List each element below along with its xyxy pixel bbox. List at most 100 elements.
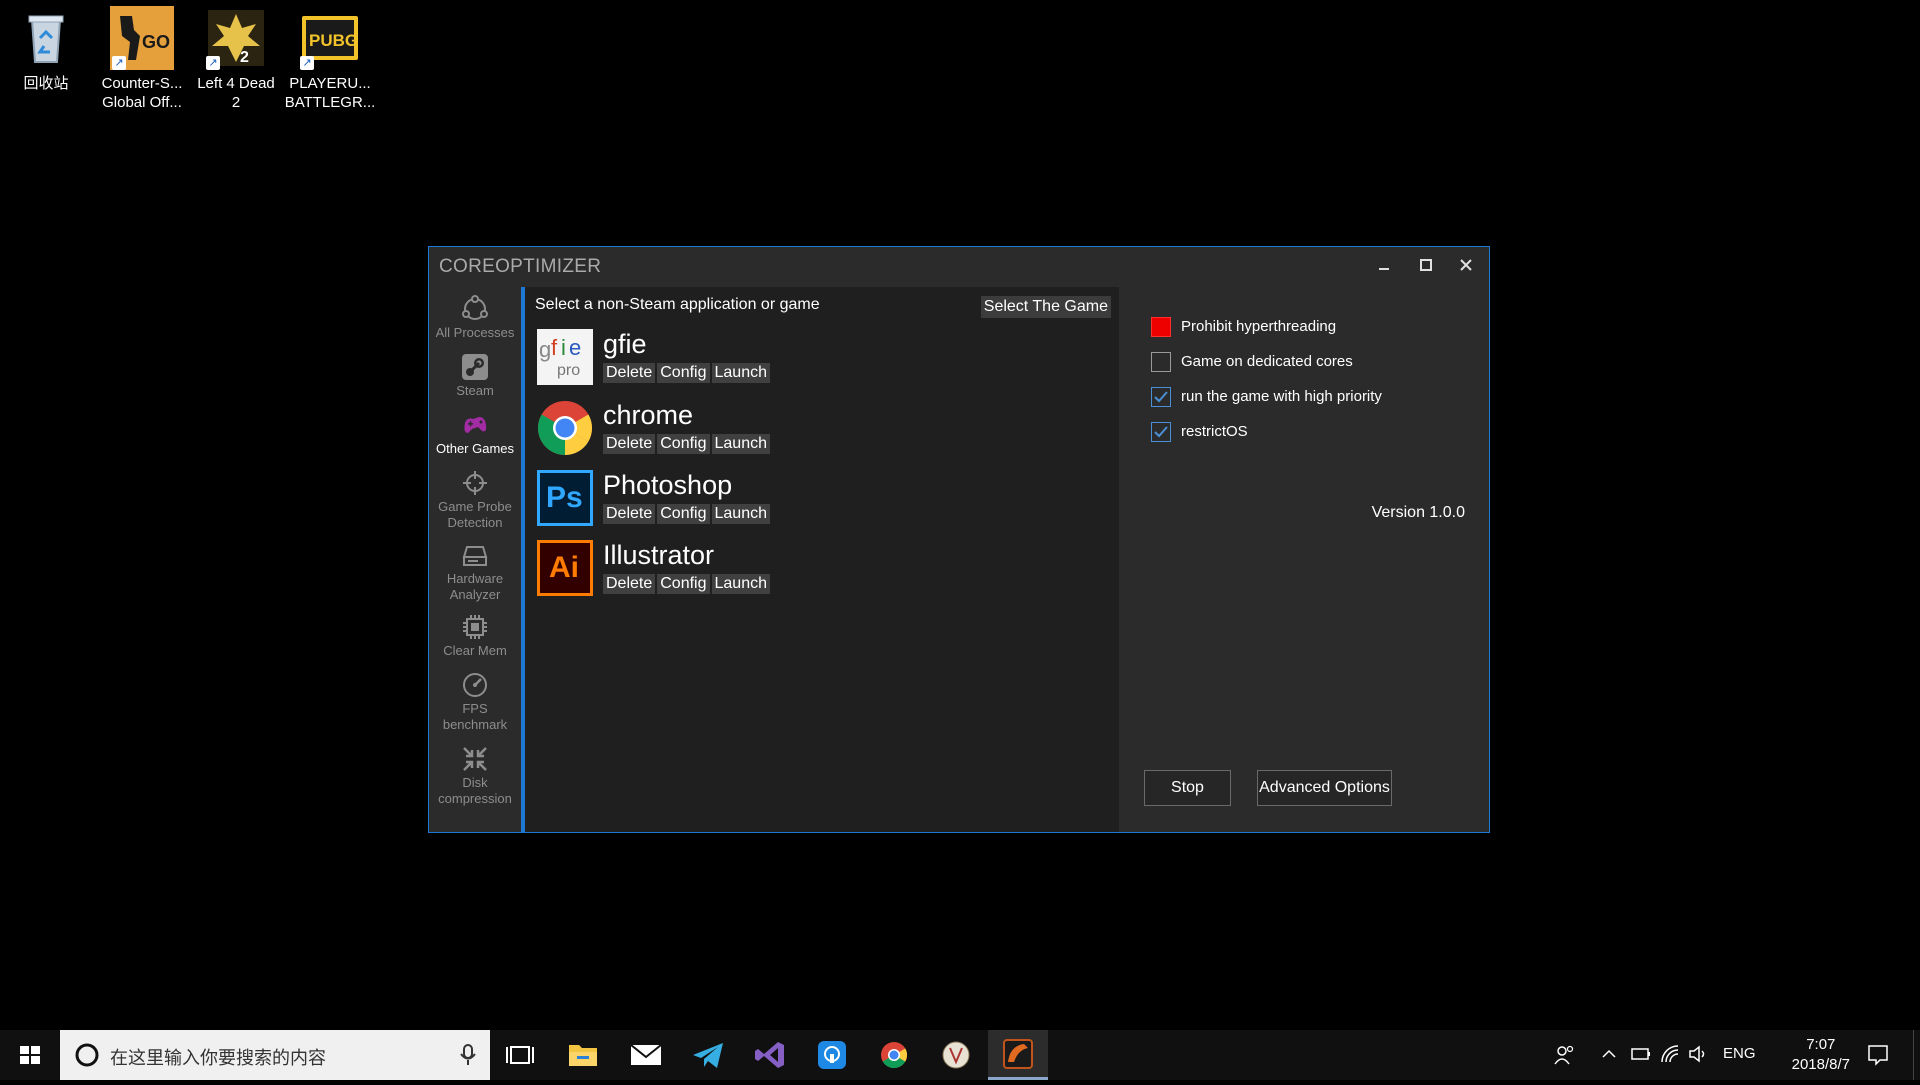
checkbox-red[interactable]: [1151, 317, 1171, 337]
launch-button[interactable]: Launch: [712, 504, 771, 524]
vpn-button[interactable]: [802, 1030, 862, 1080]
desktop-icon-label: BATTLEGR...: [284, 93, 376, 112]
action-center-button[interactable]: [1866, 1043, 1890, 1072]
checkbox-checked[interactable]: [1151, 422, 1171, 442]
stop-button[interactable]: Stop: [1144, 770, 1231, 806]
sidebar-item-other-games[interactable]: Other Games: [429, 411, 521, 457]
sidebar-item-game-probe[interactable]: Game Probe Detection: [429, 469, 521, 531]
volume-button[interactable]: [1688, 1044, 1710, 1069]
config-button[interactable]: Config: [657, 363, 709, 383]
delete-button[interactable]: Delete: [603, 363, 655, 383]
app-actions: DeleteConfigLaunch: [603, 574, 772, 594]
gamepad-icon: [461, 411, 489, 439]
option-label: restrictOS: [1181, 423, 1248, 440]
advanced-options-button[interactable]: Advanced Options: [1257, 770, 1392, 806]
checkbox-unchecked[interactable]: [1151, 352, 1171, 372]
options-panel: Prohibit hyperthreading Game on dedicate…: [1119, 287, 1489, 832]
desktop-icon-label: 2: [190, 93, 282, 112]
checkmark-icon: [1152, 388, 1170, 406]
sidebar-item-hardware-analyzer[interactable]: Hardware Analyzer: [429, 541, 521, 603]
sidebar-item-label: Clear Mem: [443, 643, 507, 658]
people-button[interactable]: [1554, 1044, 1576, 1071]
steam-icon: [461, 353, 489, 381]
coreoptimizer-window: COREOPTIMIZER All Processes: [428, 246, 1490, 833]
start-button[interactable]: [0, 1030, 60, 1080]
shortcut-arrow-icon: ↗: [300, 56, 314, 70]
sidebar-item-label: Hardware: [429, 571, 521, 587]
csgo-icon: GO ↗: [110, 6, 174, 70]
maximize-button[interactable]: [1411, 253, 1441, 279]
network-button[interactable]: [1660, 1044, 1682, 1069]
app-row-chrome: chrome DeleteConfigLaunch: [537, 398, 1097, 458]
sidebar-item-label: benchmark: [429, 717, 521, 733]
desktop-icon-label: PLAYERU...: [284, 74, 376, 93]
mail-icon: [616, 1030, 676, 1080]
sidebar-item-label: compression: [429, 791, 521, 807]
battery-icon: [1630, 1044, 1652, 1064]
illustrator-icon: Ai: [537, 540, 593, 596]
launch-button[interactable]: Launch: [712, 434, 771, 454]
sidebar-item-all-processes[interactable]: All Processes: [429, 295, 521, 341]
language-indicator[interactable]: ENG: [1723, 1045, 1756, 1062]
config-button[interactable]: Config: [657, 574, 709, 594]
checkbox-checked[interactable]: [1151, 387, 1171, 407]
show-hidden-icons-button[interactable]: [1600, 1044, 1618, 1069]
telegram-button[interactable]: [678, 1030, 738, 1080]
select-the-game-button[interactable]: Select The Game: [981, 296, 1111, 318]
svg-text:i: i: [561, 335, 566, 360]
title-bar[interactable]: COREOPTIMIZER: [429, 247, 1489, 287]
microphone-icon[interactable]: [458, 1043, 478, 1067]
visual-studio-icon: [740, 1030, 800, 1080]
show-desktop-button[interactable]: [1913, 1030, 1920, 1080]
delete-button[interactable]: Delete: [603, 504, 655, 524]
delete-button[interactable]: Delete: [603, 574, 655, 594]
app-icon: [926, 1030, 986, 1080]
chrome-icon: [864, 1030, 924, 1080]
battery-button[interactable]: [1630, 1044, 1652, 1069]
mail-button[interactable]: [616, 1030, 676, 1080]
app-row-gfie: g f i e pro gfie DeleteConfigLaunch: [537, 327, 1097, 387]
sidebar-item-steam[interactable]: Steam: [429, 353, 521, 399]
sidebar-item-clear-mem[interactable]: Clear Mem: [429, 613, 521, 659]
sidebar-item-label: FPS: [429, 701, 521, 717]
file-explorer-button[interactable]: [553, 1030, 613, 1080]
sidebar-item-fps-benchmark[interactable]: FPS benchmark: [429, 671, 521, 733]
desktop-icon-pubg[interactable]: PUBG ↗ PLAYERU... BATTLEGR...: [284, 6, 376, 112]
app-name: chrome: [603, 400, 693, 431]
clock[interactable]: 7:07 2018/8/7: [1792, 1035, 1850, 1075]
coreoptimizer-taskbar-button[interactable]: [988, 1030, 1048, 1080]
gfie-icon: g f i e pro: [537, 329, 593, 385]
sidebar-item-label: Other Games: [436, 441, 514, 456]
visual-studio-button[interactable]: [740, 1030, 800, 1080]
option-label: Game on dedicated cores: [1181, 353, 1353, 370]
minimize-button[interactable]: [1369, 253, 1399, 279]
launch-button[interactable]: Launch: [712, 574, 771, 594]
desktop-icon-left4dead2[interactable]: 2 ↗ Left 4 Dead 2: [190, 6, 282, 112]
app-list-panel: Select a non-Steam application or game S…: [525, 287, 1119, 832]
sidebar-item-label: Steam: [456, 383, 494, 398]
taskbar: 在这里输入你要搜索的内容: [0, 1030, 1920, 1080]
delete-button[interactable]: Delete: [603, 434, 655, 454]
task-view-button[interactable]: [490, 1030, 550, 1080]
photoshop-icon-text: Ps: [546, 481, 583, 515]
svg-text:e: e: [569, 335, 581, 360]
desktop-icon-recycle-bin[interactable]: 回收站: [0, 6, 92, 93]
desktop-icon-label: Counter-S...: [96, 74, 188, 93]
search-box[interactable]: 在这里输入你要搜索的内容: [60, 1030, 490, 1080]
people-icon: [1554, 1044, 1576, 1066]
config-button[interactable]: Config: [657, 434, 709, 454]
app-row-illustrator: Ai Illustrator DeleteConfigLaunch: [537, 538, 1097, 598]
version-label: Version 1.0.0: [1372, 504, 1465, 522]
chrome-button[interactable]: [864, 1030, 924, 1080]
search-placeholder: 在这里输入你要搜索的内容: [110, 1044, 326, 1070]
sidebar-item-label: Disk: [429, 775, 521, 791]
chip-icon: [461, 613, 489, 641]
config-button[interactable]: Config: [657, 504, 709, 524]
desktop-icon-csgo[interactable]: GO ↗ Counter-S... Global Off...: [96, 6, 188, 112]
app-button[interactable]: [926, 1030, 986, 1080]
notification-icon: [1866, 1043, 1890, 1067]
launch-button[interactable]: Launch: [712, 363, 771, 383]
chrome-icon: [537, 400, 593, 456]
close-button[interactable]: [1451, 253, 1481, 279]
sidebar-item-disk-compression[interactable]: Disk compression: [429, 745, 521, 807]
